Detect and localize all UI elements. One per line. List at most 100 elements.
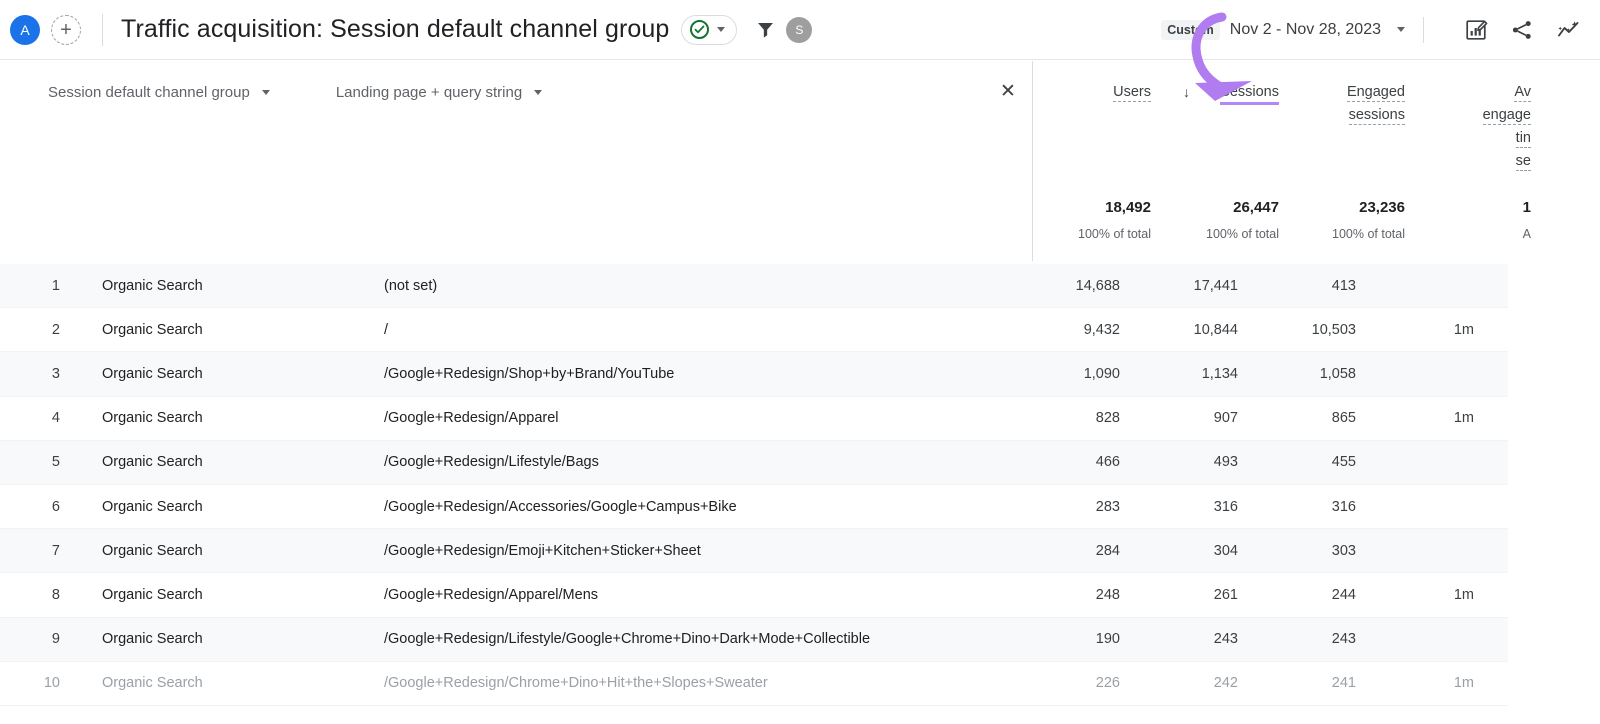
total-engaged-sub: 100% of total: [1287, 227, 1405, 241]
row-landing-page: /Google+Redesign/Accessories/Google+Camp…: [384, 499, 1002, 515]
header-right-controls: Custom Nov 2 - Nov 28, 2023: [1161, 17, 1600, 43]
account-avatar[interactable]: A: [10, 15, 40, 45]
row-users-value: 14,688: [1002, 278, 1120, 294]
chevron-down-icon: [717, 27, 725, 32]
row-avg-time-value: 1m: [1356, 675, 1474, 691]
total-sessions-sub: 100% of total: [1161, 227, 1279, 241]
row-index: 5: [0, 454, 72, 470]
row-sessions-value: 10,844: [1120, 322, 1238, 338]
row-engaged-value: 10,503: [1238, 322, 1356, 338]
table-body: 1Organic Search(not set)14,68817,4414132…: [0, 264, 1600, 706]
row-channel-group: Organic Search: [72, 631, 384, 647]
data-quality-pill[interactable]: [681, 15, 737, 45]
row-users-value: 9,432: [1002, 322, 1120, 338]
total-avg-time-sub: A: [1413, 227, 1531, 241]
row-landing-page: /Google+Redesign/Chrome+Dino+Hit+the+Slo…: [384, 675, 1002, 691]
table-row[interactable]: 9Organic Search/Google+Redesign/Lifestyl…: [0, 618, 1508, 662]
table-row[interactable]: 1Organic Search(not set)14,68817,441413: [0, 264, 1508, 308]
column-header-engaged-line1: Engaged: [1347, 84, 1405, 102]
row-sessions-value: 17,441: [1120, 278, 1238, 294]
row-index: 2: [0, 322, 72, 338]
column-header-engaged-line2: sessions: [1349, 107, 1405, 125]
row-sessions-value: 242: [1120, 675, 1238, 691]
row-sessions-value: 1,134: [1120, 366, 1238, 382]
table-row[interactable]: 6Organic Search/Google+Redesign/Accessor…: [0, 485, 1508, 529]
row-users-value: 828: [1002, 410, 1120, 426]
row-channel-group: Organic Search: [72, 543, 384, 559]
row-index: 10: [0, 675, 72, 691]
data-table: Users ↓ Sessions Engaged sessions Av eng…: [0, 61, 1600, 724]
table-row[interactable]: 10Organic Search/Google+Redesign/Chrome+…: [0, 662, 1508, 706]
column-header-avg-line4: se: [1516, 153, 1531, 171]
total-users-sub: 100% of total: [1033, 227, 1151, 241]
row-users-value: 248: [1002, 587, 1120, 603]
row-users-value: 226: [1002, 675, 1120, 691]
row-users-value: 190: [1002, 631, 1120, 647]
table-row[interactable]: 2Organic Search/9,43210,84410,5031m: [0, 308, 1508, 352]
column-header-avg-line2: engage: [1483, 107, 1531, 125]
row-engaged-value: 455: [1238, 454, 1356, 470]
metric-header-row: Users ↓ Sessions Engaged sessions Av eng…: [1033, 61, 1600, 261]
filter-funnel-icon[interactable]: [755, 19, 776, 40]
app-header: A + Traffic acquisition: Session default…: [0, 0, 1600, 60]
row-avg-time-value: 1m: [1356, 587, 1474, 603]
header-divider: [102, 14, 103, 46]
column-header-avg-line3: tin: [1516, 130, 1531, 148]
share-avatar[interactable]: S: [786, 17, 812, 43]
table-row[interactable]: 3Organic Search/Google+Redesign/Shop+by+…: [0, 352, 1508, 396]
row-channel-group: Organic Search: [72, 675, 384, 691]
table-row[interactable]: 5Organic Search/Google+Redesign/Lifestyl…: [0, 441, 1508, 485]
row-index: 8: [0, 587, 72, 603]
row-landing-page: /Google+Redesign/Shop+by+Brand/YouTube: [384, 366, 1002, 382]
date-range-label[interactable]: Nov 2 - Nov 28, 2023: [1230, 21, 1381, 39]
row-engaged-value: 241: [1238, 675, 1356, 691]
row-sessions-value: 243: [1120, 631, 1238, 647]
row-engaged-value: 316: [1238, 499, 1356, 515]
row-index: 4: [0, 410, 72, 426]
row-landing-page: /: [384, 322, 1002, 338]
custom-range-badge: Custom: [1161, 20, 1220, 40]
row-index: 6: [0, 499, 72, 515]
row-landing-page: (not set): [384, 278, 1002, 294]
edit-chart-icon[interactable]: [1464, 18, 1488, 42]
row-engaged-value: 1,058: [1238, 366, 1356, 382]
column-header-sessions[interactable]: Sessions: [1161, 81, 1279, 104]
row-landing-page: /Google+Redesign/Apparel: [384, 410, 1002, 426]
insights-trend-icon[interactable]: [1556, 18, 1582, 42]
row-engaged-value: 303: [1238, 543, 1356, 559]
total-engaged-value: 23,236: [1287, 199, 1405, 216]
row-landing-page: /Google+Redesign/Lifestyle/Google+Chrome…: [384, 631, 1002, 647]
row-users-value: 1,090: [1002, 366, 1120, 382]
date-chevron-down-icon[interactable]: [1397, 27, 1405, 32]
row-channel-group: Organic Search: [72, 322, 384, 338]
add-comparison-button[interactable]: +: [51, 15, 81, 45]
table-row[interactable]: 7Organic Search/Google+Redesign/Emoji+Ki…: [0, 529, 1508, 573]
row-sessions-value: 907: [1120, 410, 1238, 426]
row-landing-page: /Google+Redesign/Lifestyle/Bags: [384, 454, 1002, 470]
row-channel-group: Organic Search: [72, 366, 384, 382]
table-row[interactable]: 8Organic Search/Google+Redesign/Apparel/…: [0, 573, 1508, 617]
row-index: 1: [0, 278, 72, 294]
row-channel-group: Organic Search: [72, 410, 384, 426]
total-avg-time-value: 1: [1413, 199, 1531, 216]
row-channel-group: Organic Search: [72, 499, 384, 515]
table-row[interactable]: 4Organic Search/Google+Redesign/Apparel8…: [0, 397, 1508, 441]
row-users-value: 283: [1002, 499, 1120, 515]
column-header-avg-engagement-time[interactable]: Av engage tin se: [1413, 81, 1531, 173]
column-header-engaged-sessions[interactable]: Engaged sessions: [1287, 81, 1405, 127]
row-users-value: 284: [1002, 543, 1120, 559]
row-channel-group: Organic Search: [72, 587, 384, 603]
row-landing-page: /Google+Redesign/Apparel/Mens: [384, 587, 1002, 603]
row-users-value: 466: [1002, 454, 1120, 470]
column-header-users[interactable]: Users: [1033, 81, 1151, 104]
row-index: 7: [0, 543, 72, 559]
column-header-sessions-label: Sessions: [1220, 84, 1279, 105]
row-avg-time-value: 1m: [1356, 410, 1474, 426]
row-sessions-value: 493: [1120, 454, 1238, 470]
row-avg-time-value: 1m: [1356, 322, 1474, 338]
row-index: 3: [0, 366, 72, 382]
row-sessions-value: 304: [1120, 543, 1238, 559]
row-engaged-value: 865: [1238, 410, 1356, 426]
share-icon[interactable]: [1510, 18, 1534, 42]
row-index: 9: [0, 631, 72, 647]
